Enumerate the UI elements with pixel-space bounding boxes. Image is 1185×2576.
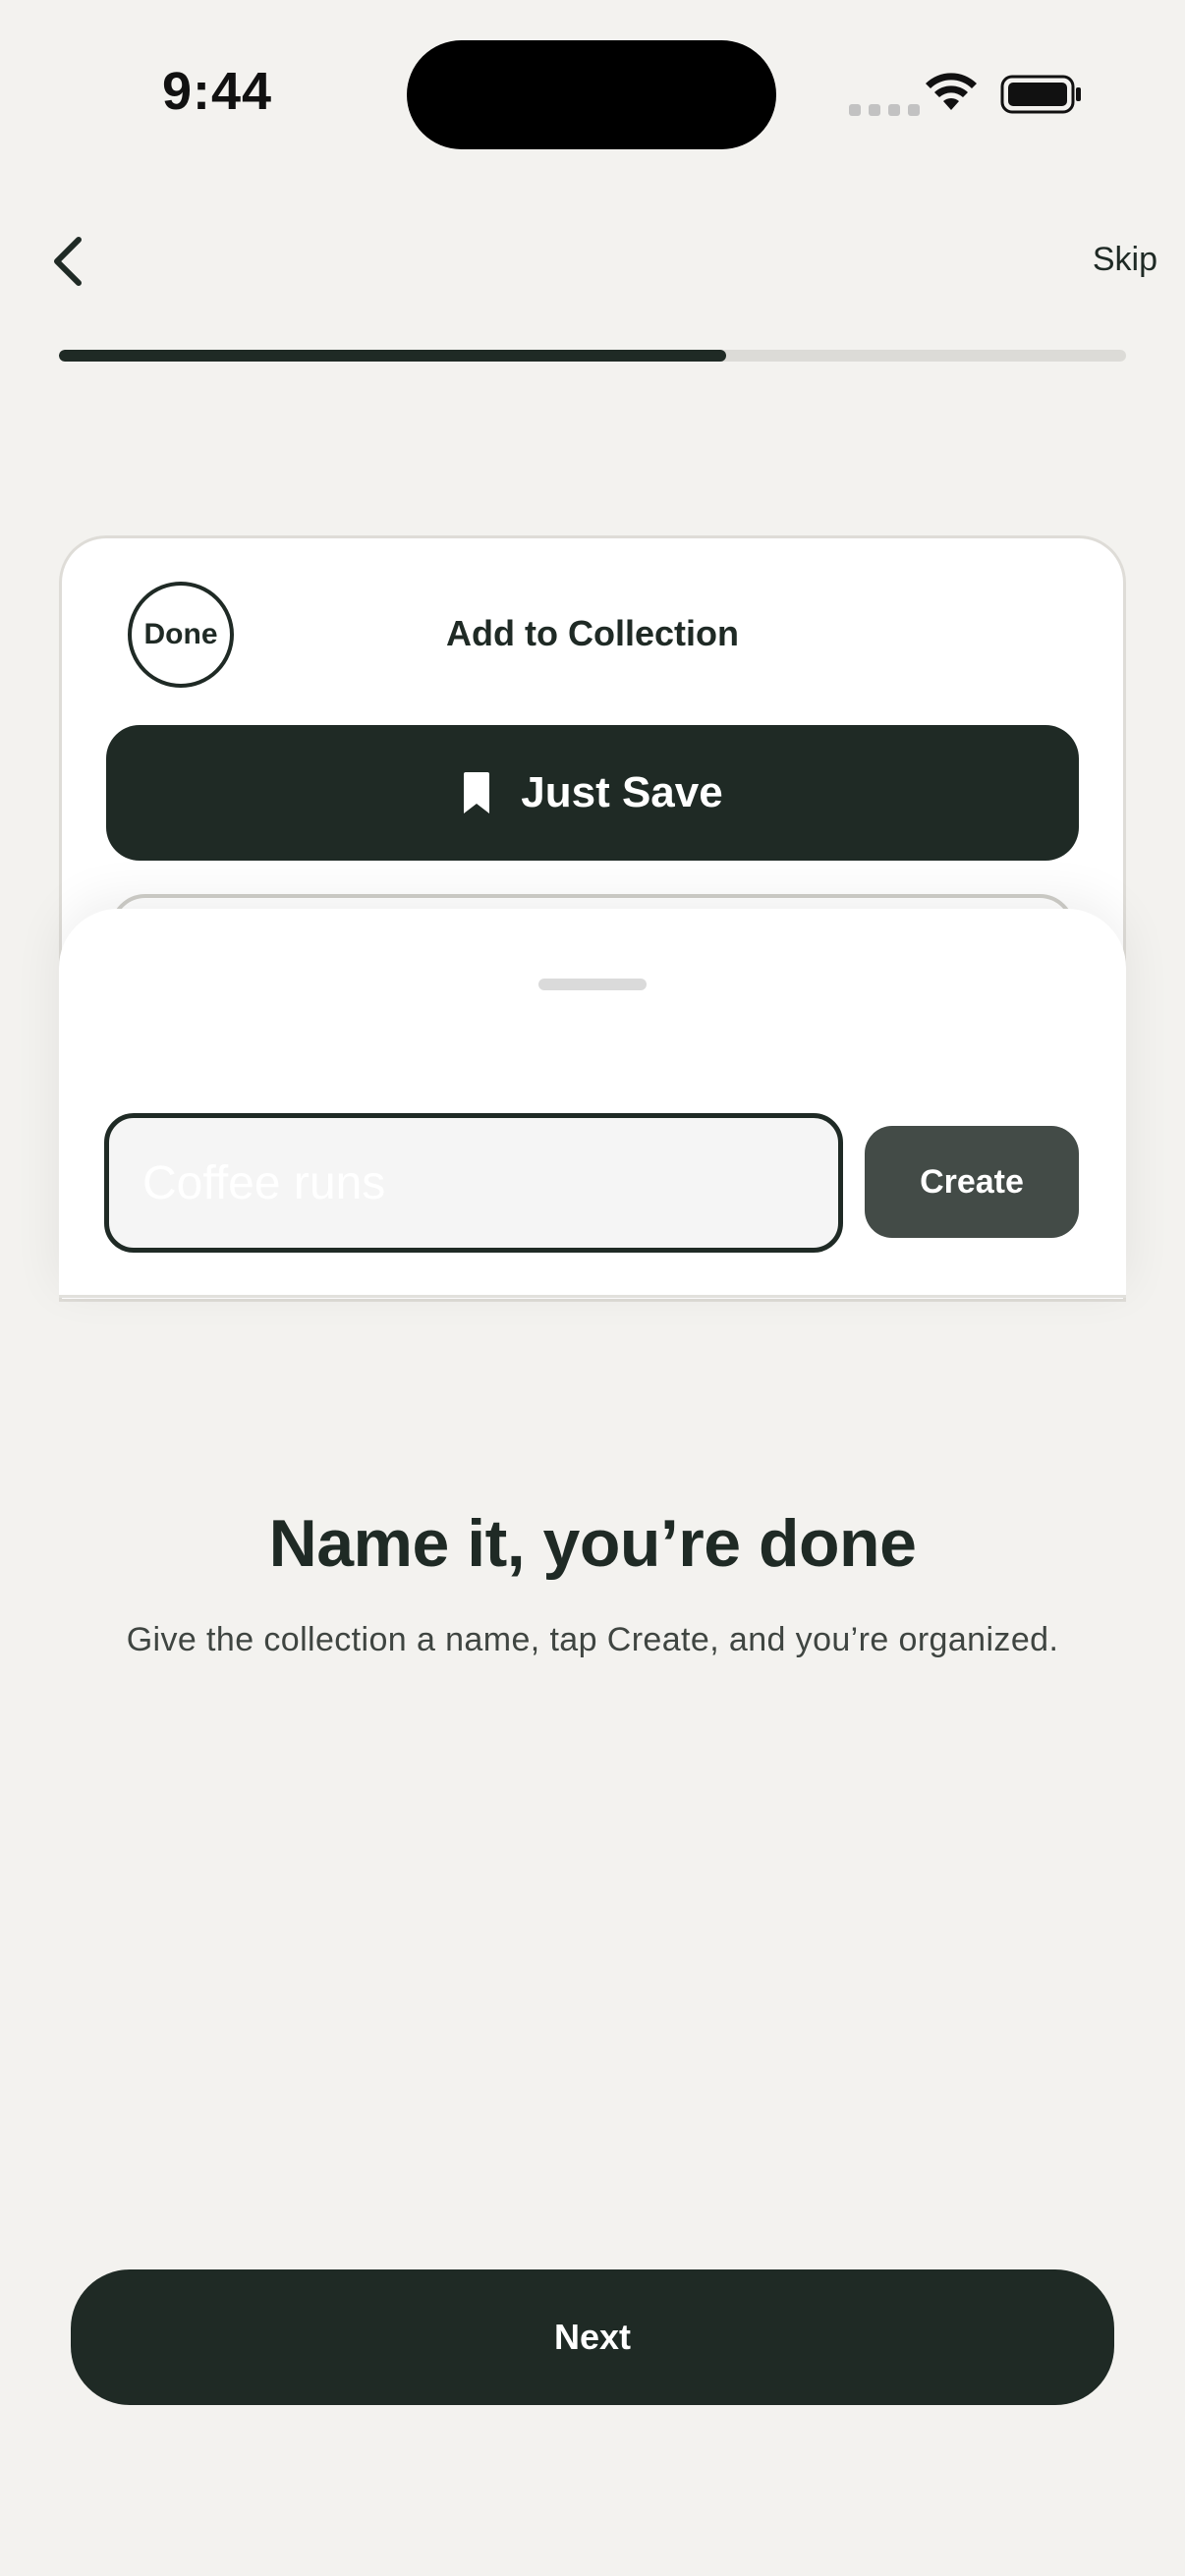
next-button[interactable]: Next [71, 2269, 1114, 2405]
skip-button[interactable]: Skip [1093, 241, 1157, 279]
cellular-signal-icon [849, 104, 920, 116]
just-save-label: Just Save [521, 768, 723, 816]
bookmark-icon [464, 772, 490, 813]
progress-bar [59, 350, 1126, 362]
progress-bar-fill [59, 350, 726, 362]
collection-name-input[interactable] [104, 1113, 843, 1253]
back-button[interactable] [49, 232, 88, 291]
onboarding-headline: Name it, you’re done [268, 1506, 917, 1581]
dynamic-island [407, 40, 776, 149]
sheet-drag-handle[interactable] [538, 979, 647, 990]
onboarding-subtext: Give the collection a name, tap Create, … [126, 1621, 1059, 1658]
create-button[interactable]: Create [865, 1126, 1079, 1238]
battery-icon [1000, 75, 1081, 114]
wifi-icon [926, 73, 977, 110]
card-title: Add to Collection [446, 613, 739, 653]
sheet-divider [59, 1295, 1126, 1298]
just-save-button[interactable]: Just Save [106, 725, 1079, 861]
status-time: 9:44 [162, 62, 273, 121]
